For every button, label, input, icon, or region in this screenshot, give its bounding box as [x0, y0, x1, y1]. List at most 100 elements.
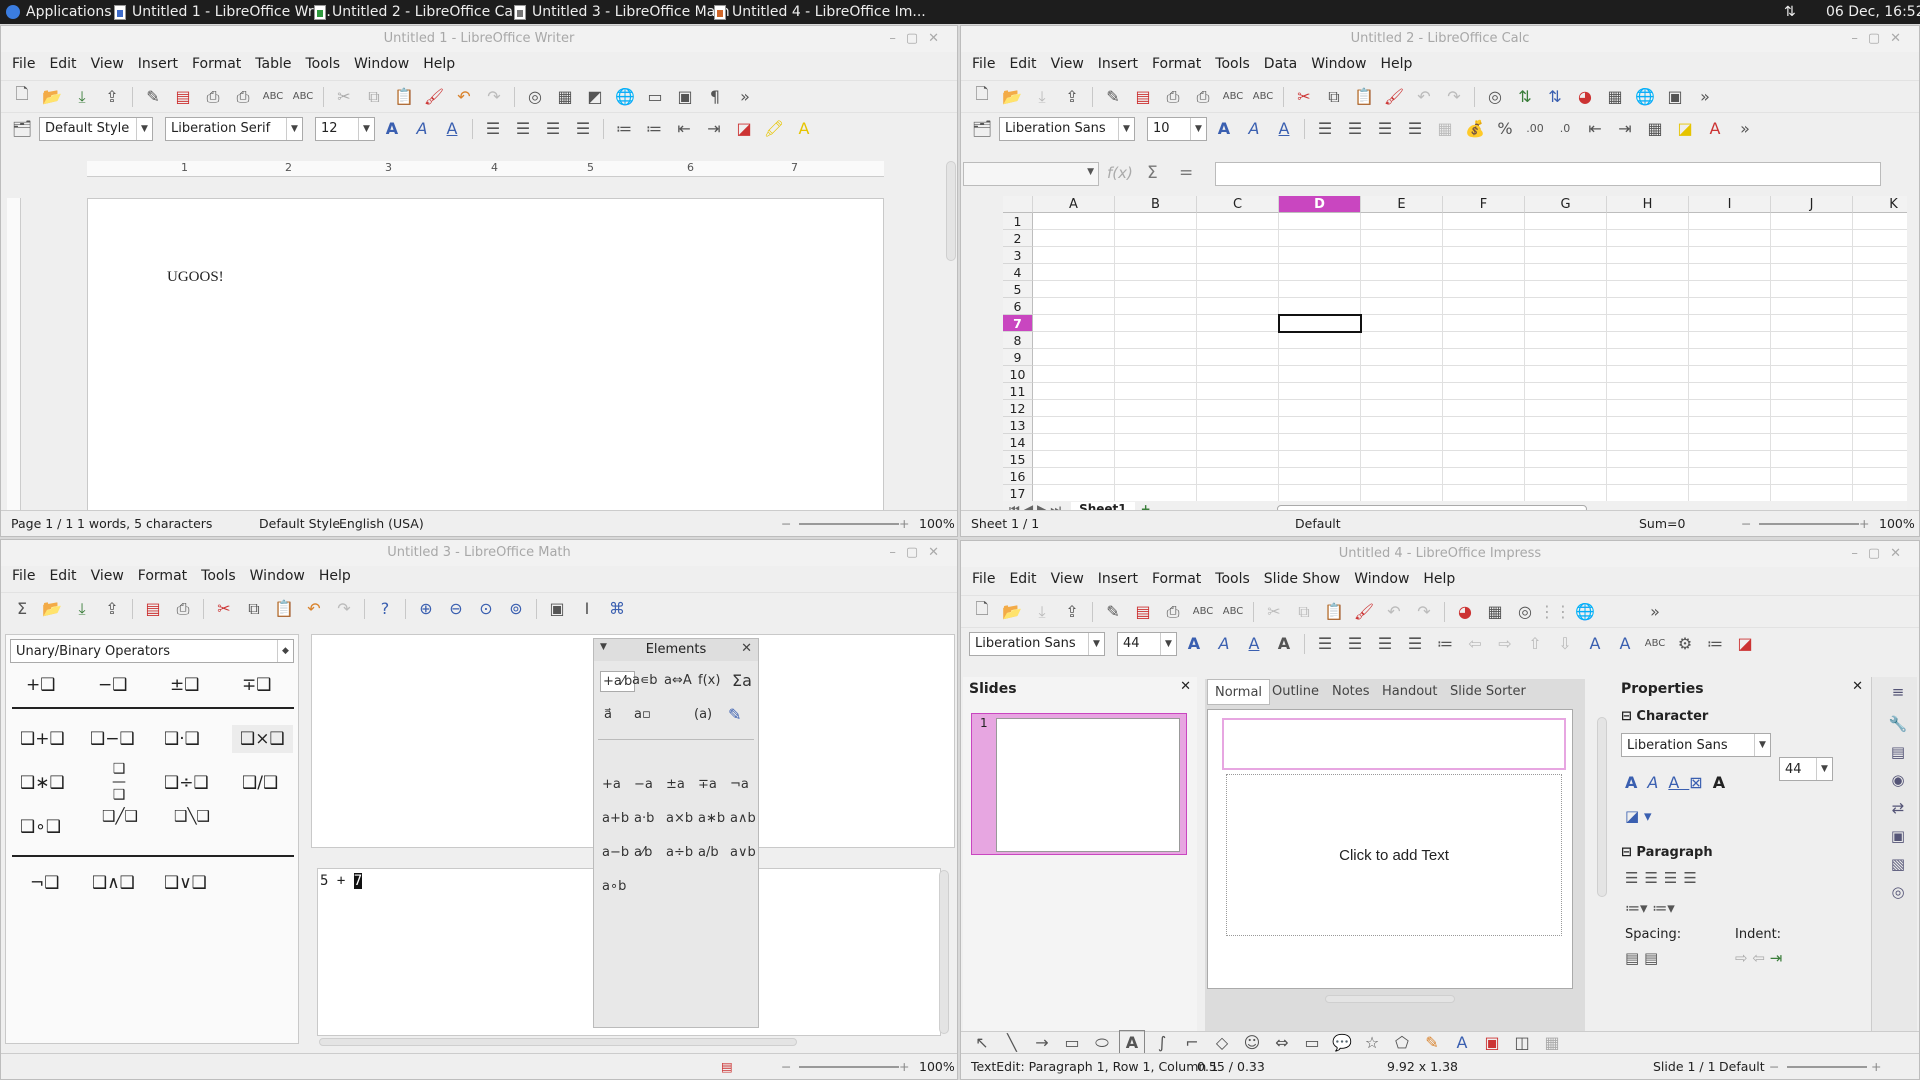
math-vertical-scrollbar[interactable]	[939, 870, 949, 1034]
element-widebslash-op[interactable]: ❑╲❑	[174, 807, 210, 825]
tab-outline[interactable]: Outline	[1265, 679, 1326, 705]
navigator-icon[interactable]: ◎	[522, 84, 548, 110]
image-icon[interactable]: ▣	[1479, 1030, 1505, 1056]
applications-menu[interactable]: Applications	[6, 0, 112, 24]
row-header[interactable]: 6	[1003, 298, 1033, 315]
indent-increase-icon[interactable]: ⇥	[1612, 116, 1638, 142]
menu-file[interactable]: File	[965, 56, 1002, 72]
element-symbol[interactable]: ¬a	[730, 777, 749, 792]
menu-file[interactable]: File	[5, 56, 42, 72]
percent-icon[interactable]: %	[1492, 116, 1518, 142]
ellipse-icon[interactable]: ⬭	[1089, 1030, 1115, 1056]
more-tools-icon[interactable]: »	[732, 84, 758, 110]
styles-icon[interactable]: 🗂	[969, 116, 995, 142]
text-box-icon[interactable]: A	[1119, 1029, 1145, 1056]
animation-icon[interactable]: ◉	[1887, 769, 1909, 791]
redo-icon[interactable]: ↷	[481, 84, 507, 110]
row-header[interactable]: 2	[1003, 230, 1033, 247]
menu-insert[interactable]: Insert	[1091, 56, 1145, 72]
print-preview-icon[interactable]: ⎙	[1190, 84, 1216, 110]
function-wizard-icon[interactable]: f(x)	[1107, 164, 1133, 182]
menu-edit[interactable]: Edit	[42, 56, 83, 72]
row-header[interactable]: 14	[1003, 434, 1033, 451]
redo-icon[interactable]: ↷	[1441, 84, 1467, 110]
row-header[interactable]: 11	[1003, 383, 1033, 400]
menu-help[interactable]: Help	[312, 568, 358, 584]
column-header[interactable]: E	[1361, 196, 1443, 213]
paragraph-icon[interactable]: ≔	[1702, 631, 1728, 657]
menu-window[interactable]: Window	[347, 56, 416, 72]
tab-normal[interactable]: Normal	[1207, 679, 1271, 705]
active-cell[interactable]	[1278, 314, 1362, 333]
italic-icon[interactable]: A	[1211, 631, 1237, 657]
chart-icon[interactable]: ◕	[1572, 84, 1598, 110]
justify-icon[interactable]: ☰	[1402, 631, 1428, 657]
row-header[interactable]: 15	[1003, 451, 1033, 468]
master-slides-icon[interactable]: ⇄	[1887, 797, 1909, 819]
sum-display[interactable]: Sum=0	[1639, 511, 1685, 536]
open-folder-icon[interactable]: 📂	[39, 596, 65, 622]
menu-view[interactable]: View	[84, 56, 131, 72]
align-left-icon[interactable]: ☰	[1312, 631, 1338, 657]
edit-mode-icon[interactable]: ✎	[1100, 84, 1126, 110]
font-size-select[interactable]: 10 ▼	[1147, 116, 1207, 141]
calc-titlebar[interactable]: Untitled 2 - LibreOffice Calc	[961, 26, 1919, 52]
zoom-in-icon[interactable]: +	[1871, 1054, 1881, 1079]
column-header[interactable]: C	[1197, 196, 1279, 213]
basic-shapes-icon[interactable]: ◇	[1209, 1030, 1235, 1056]
decimal-remove-icon[interactable]: .0	[1552, 116, 1578, 142]
zoom-in-icon[interactable]: ⊕	[413, 596, 439, 622]
save-icon[interactable]: ⤓	[69, 84, 95, 110]
justify-icon[interactable]: ☰	[1402, 116, 1428, 142]
align-left-icon[interactable]: ☰	[1312, 116, 1338, 142]
connector-icon[interactable]: ⌐	[1179, 1030, 1205, 1056]
paragraph-section-title[interactable]: ⊟ Paragraph	[1621, 845, 1713, 860]
row-header[interactable]: 7	[1003, 315, 1033, 332]
copy-icon[interactable]: ⧉	[361, 84, 387, 110]
paste-icon[interactable]: 📋	[1321, 599, 1347, 625]
clone-format-icon[interactable]: 🖌	[421, 84, 447, 110]
navigator-icon[interactable]: ◎	[1512, 599, 1538, 625]
align-center-icon[interactable]: ☰	[1342, 116, 1368, 142]
document-text[interactable]: UGOOS!	[167, 269, 224, 286]
fontwork-gallery-icon[interactable]: A	[1449, 1030, 1475, 1056]
zoom-out-icon[interactable]: −	[1741, 511, 1751, 536]
menu-edit[interactable]: Edit	[1002, 571, 1043, 587]
element-op[interactable]: ❑∨❑	[164, 873, 207, 893]
background-color-icon[interactable]: ◪	[1672, 116, 1698, 142]
menu-window[interactable]: Window	[243, 568, 312, 584]
menu-view[interactable]: View	[1044, 56, 1091, 72]
spellcheck-icon[interactable]: ABC	[1190, 599, 1216, 625]
formula-input[interactable]	[1215, 162, 1881, 186]
autospell-icon[interactable]: ABC	[1250, 84, 1276, 110]
column-header[interactable]: D	[1279, 196, 1361, 213]
element-category[interactable]: a▫	[634, 707, 651, 722]
element-op[interactable]: ❑÷❑	[164, 773, 209, 793]
currency-icon[interactable]: 💰	[1462, 116, 1488, 142]
impress-window-controls[interactable]: –▢✕	[1851, 541, 1911, 567]
zoom-out-icon[interactable]: −	[781, 1054, 791, 1079]
task-writer[interactable]: Untitled 1 - LibreOffice Wri...	[114, 0, 331, 24]
increase-font-icon[interactable]: A	[1582, 631, 1608, 657]
writer-titlebar[interactable]: Untitled 1 - LibreOffice Writer	[1, 26, 957, 52]
paste-icon[interactable]: 📋	[271, 596, 297, 622]
stars-icon[interactable]: ☆	[1359, 1030, 1385, 1056]
background-color-icon[interactable]: ◪	[731, 116, 757, 142]
task-calc[interactable]: Untitled 2 - LibreOffice Calc	[314, 0, 525, 24]
indent-buttons[interactable]: ⇨ ⇦ ⇥	[1735, 949, 1782, 967]
element-category[interactable]: f(x)	[698, 673, 720, 688]
column-header[interactable]: K	[1853, 196, 1907, 213]
glue-icon[interactable]: ✎	[1419, 1030, 1445, 1056]
element-op[interactable]: ±❑	[170, 675, 199, 695]
align-right-icon[interactable]: ☰	[540, 116, 566, 142]
menu-edit[interactable]: Edit	[1002, 56, 1043, 72]
navigator-icon[interactable]: ◎	[1887, 881, 1909, 903]
row-header[interactable]: 8	[1003, 332, 1033, 349]
bullets-icon[interactable]: ≔	[1432, 631, 1458, 657]
hyperlink-icon[interactable]: 🌐	[612, 84, 638, 110]
menu-format[interactable]: Format	[185, 56, 248, 72]
update-icon[interactable]: ▣	[544, 596, 570, 622]
task-impress[interactable]: Untitled 4 - LibreOffice Im...	[714, 0, 926, 24]
copy-icon[interactable]: ⧉	[241, 596, 267, 622]
element-category[interactable]: (a)	[694, 707, 712, 722]
